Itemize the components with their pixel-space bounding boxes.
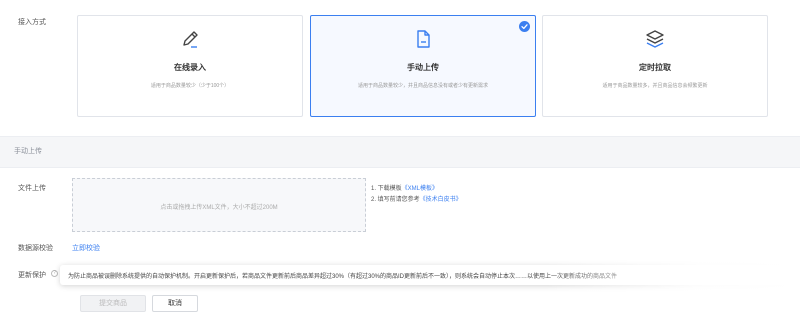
pencil-icon [179,28,201,50]
update-protection-tooltip: 为防止商品被误删除系统提供的自动保护机制。开启更新保护后，若商品文件更新前后商品… [60,265,800,285]
layers-icon [644,28,666,50]
entry-option-title: 定时拉取 [639,63,671,72]
section-title: 手动上传 [14,148,42,155]
entry-option-manual[interactable]: 手动上传 适用于商品数量较少，并且商品信息没有或者少有更新需求 [310,15,536,117]
cancel-button[interactable]: 取消 [152,295,198,312]
tip-step-1: 1. 下载模板《XML模板》 [371,186,439,192]
entry-method-label: 接入方式 [18,19,46,26]
help-icon[interactable]: ? [51,270,58,277]
data-source-check-label: 数据源校验 [18,245,53,252]
document-icon [412,28,434,50]
submit-products-button[interactable]: 提交商品 [80,295,146,312]
entry-option-desc: 适用于商品数量较多，并且商品信息会频繁更新 [602,83,708,89]
entry-option-desc: 适用于商品数量较少（少于100个） [150,83,230,89]
tip-step-2: 2. 填写前请您参考《技术白皮书》 [371,197,462,203]
entry-option-online[interactable]: 在线录入 适用于商品数量较少（少于100个） [77,15,303,117]
entry-option-desc: 适用于商品数量较少，并且商品信息没有或者少有更新需求 [357,83,488,89]
update-protection-label: 更新保护 [18,272,46,279]
entry-option-scheduled[interactable]: 定时拉取 适用于商品数量较多，并且商品信息会频繁更新 [542,15,768,117]
section-header-band [0,136,800,168]
check-now-link[interactable]: 立即校验 [72,243,100,253]
file-dropzone[interactable]: 点击或拖拽上传XML文件，大小不超过200M [72,178,366,232]
upload-tips: 1. 下载模板《XML模板》 2. 填写前请您参考《技术白皮书》 [371,184,462,206]
file-upload-label: 文件上传 [18,185,46,192]
check-icon [519,21,530,32]
entry-option-title: 在线录入 [174,63,206,72]
xml-template-link[interactable]: 《XML模板》 [402,186,438,192]
whitepaper-link[interactable]: 《技术白皮书》 [420,197,462,203]
dropzone-hint: 点击或拖拽上传XML文件，大小不超过200M [160,205,278,211]
entry-option-title: 手动上传 [407,63,439,72]
